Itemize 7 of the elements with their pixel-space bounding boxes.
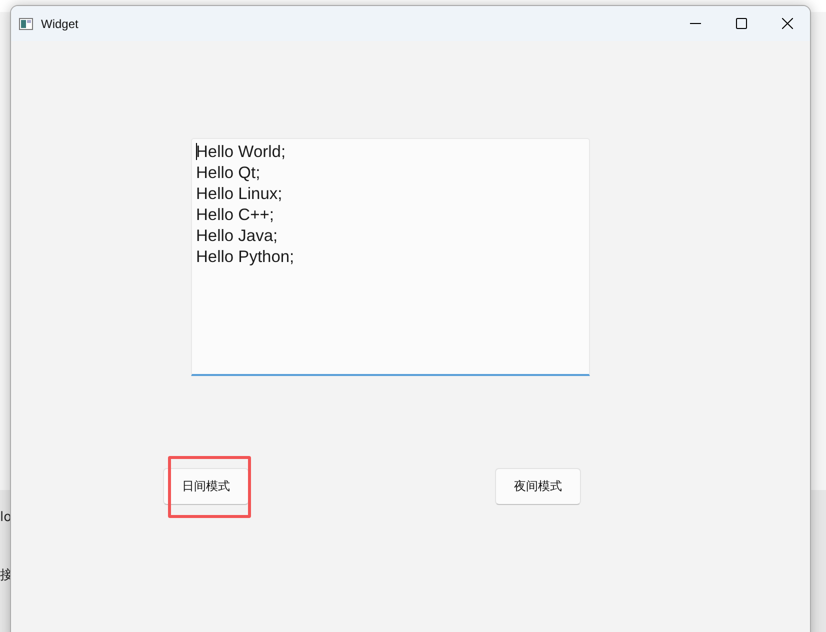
window-title: Widget (41, 16, 80, 30)
maximize-icon (736, 18, 746, 29)
close-icon (782, 18, 792, 29)
mode-button[interactable]: 日间模式 (163, 468, 249, 505)
text-editor[interactable]: Hello World; Hello Qt; Hello Linux; Hello C++; Hello Java; Hello Python; (191, 138, 590, 376)
mode-button[interactable]: 夜间模式 (495, 468, 581, 505)
app-icon (19, 18, 33, 30)
